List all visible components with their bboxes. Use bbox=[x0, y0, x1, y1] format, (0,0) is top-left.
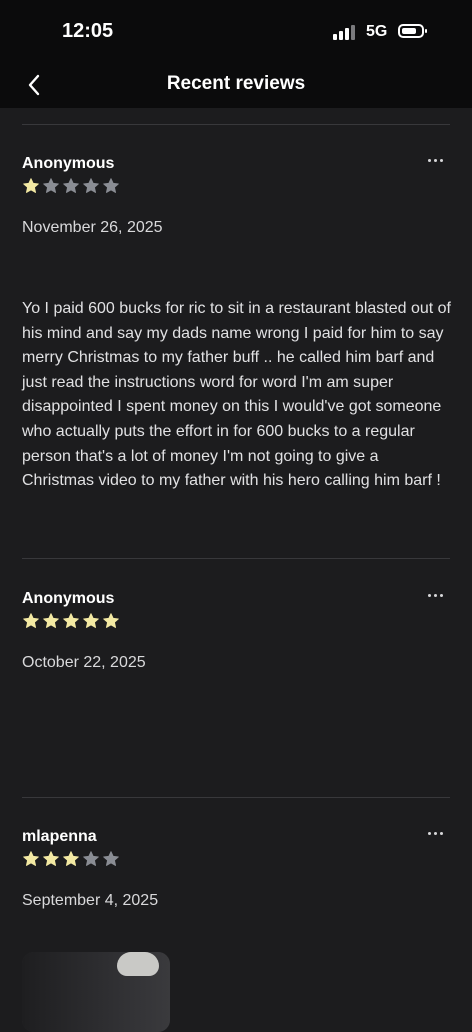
star-empty-icon bbox=[83, 851, 99, 866]
status-time: 12:05 bbox=[62, 20, 114, 42]
more-options-button[interactable] bbox=[426, 588, 446, 602]
star-empty-icon bbox=[43, 178, 59, 193]
star-filled-icon bbox=[103, 613, 119, 628]
review-date: September 4, 2025 bbox=[22, 892, 159, 909]
star-rating bbox=[22, 612, 120, 630]
review-author: Anonymous bbox=[22, 590, 115, 607]
page-title: Recent reviews bbox=[166, 73, 306, 94]
more-options-button[interactable] bbox=[426, 826, 446, 840]
star-empty-icon bbox=[63, 178, 79, 193]
star-empty-icon bbox=[103, 178, 119, 193]
review-author: Anonymous bbox=[22, 155, 115, 172]
star-filled-icon bbox=[23, 613, 39, 628]
more-options-button[interactable] bbox=[426, 153, 446, 167]
review-date: November 26, 2025 bbox=[22, 219, 163, 236]
cellular-signal-icon bbox=[333, 24, 359, 40]
nav-bar: Recent reviews bbox=[0, 62, 472, 108]
star-filled-icon bbox=[23, 178, 39, 193]
star-filled-icon bbox=[43, 613, 59, 628]
review-photo-thumbnail[interactable] bbox=[22, 952, 170, 1032]
star-filled-icon bbox=[23, 851, 39, 866]
divider bbox=[22, 558, 450, 559]
status-bar: 12:05 5G bbox=[0, 0, 472, 62]
star-rating bbox=[22, 850, 120, 868]
review-date: October 22, 2025 bbox=[22, 654, 146, 671]
battery-icon bbox=[398, 24, 427, 38]
review-author: mlapenna bbox=[22, 828, 97, 845]
review-text: Yo I paid 600 bucks for ric to sit in a … bbox=[22, 300, 451, 490]
network-type: 5G bbox=[366, 23, 388, 40]
star-filled-icon bbox=[83, 613, 99, 628]
star-filled-icon bbox=[43, 851, 59, 866]
star-filled-icon bbox=[63, 613, 79, 628]
divider bbox=[22, 124, 450, 125]
star-empty-icon bbox=[83, 178, 99, 193]
star-filled-icon bbox=[63, 851, 79, 866]
divider bbox=[22, 797, 450, 798]
star-empty-icon bbox=[103, 851, 119, 866]
star-rating bbox=[22, 177, 120, 195]
